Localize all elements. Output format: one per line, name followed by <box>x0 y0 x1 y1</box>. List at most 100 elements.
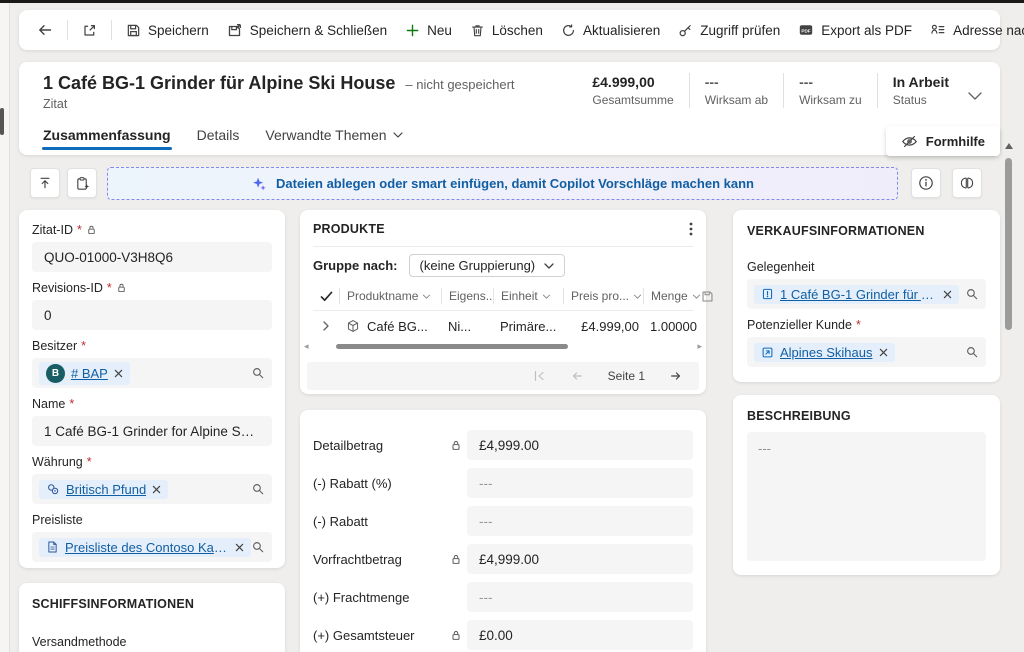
potential-customer-pill: Alpines Skihaus <box>754 343 895 362</box>
owner-field[interactable]: B # BAP <box>32 358 272 388</box>
tab-details[interactable]: Details <box>197 127 240 155</box>
form-tabs: Zusammenfassung Details Verwandte Themen <box>43 127 403 155</box>
left-gutter-scroll-thumb[interactable] <box>0 108 4 135</box>
copilot-drop-banner[interactable]: Dateien ablegen oder smart einfügen, dam… <box>107 167 898 200</box>
currency-icon <box>46 482 60 496</box>
refresh-button[interactable]: Aktualisieren <box>552 17 669 44</box>
remove-value-icon[interactable] <box>879 348 888 357</box>
form-help-label: Formhilfe <box>926 134 985 149</box>
remove-value-icon[interactable] <box>152 485 161 494</box>
new-button[interactable]: Neu <box>396 17 461 44</box>
required-asterisk <box>81 339 86 353</box>
rabatt-prozent-field[interactable]: --- <box>467 468 693 498</box>
shipping-section: SCHIFFSINFORMATIONEN Versandmethode <box>19 583 285 652</box>
export-pdf-button[interactable]: PDF Export als PDF <box>789 16 921 44</box>
select-all-check-icon[interactable] <box>320 291 333 302</box>
form-help-button[interactable]: Formhilfe <box>886 126 1000 156</box>
vertical-scroll-thumb[interactable] <box>1005 158 1012 330</box>
collapse-all-button[interactable] <box>30 168 60 198</box>
scroll-up-arrow-icon[interactable] <box>1005 143 1013 149</box>
row-expand-chevron-icon[interactable] <box>323 321 329 331</box>
search-icon[interactable] <box>251 366 265 380</box>
copilot-icon <box>959 175 975 191</box>
search-icon[interactable] <box>965 287 979 301</box>
save-view-icon[interactable] <box>701 290 714 303</box>
detailbetrag-field[interactable]: £4,999.00 <box>467 430 693 460</box>
header-expand-chevron-icon[interactable] <box>968 92 982 100</box>
address-lookup-button[interactable]: Adresse nachschlagen <box>921 16 1024 44</box>
col-preis-pro[interactable]: Preis pro... <box>563 288 643 304</box>
products-horizontal-scrollbar[interactable]: ◂ ▸ <box>304 342 702 351</box>
currency-label: Währung <box>32 455 272 469</box>
copilot-button[interactable] <box>952 168 982 198</box>
currency-link[interactable]: Britisch Pfund <box>66 482 146 497</box>
horizontal-scroll-thumb[interactable] <box>336 344 568 349</box>
owner-link[interactable]: # BAP <box>71 366 108 381</box>
col-einheit[interactable]: Einheit <box>493 288 563 304</box>
save-button[interactable]: Speichern <box>117 17 218 44</box>
chevron-down-icon <box>544 263 554 269</box>
opportunity-link[interactable]: 1 Café BG-1 Grinder für Alpine Sk... <box>780 287 937 302</box>
search-icon[interactable] <box>251 482 265 496</box>
check-access-label: Zugriff prüfen <box>700 23 780 38</box>
stat-total-value: £4.999,00 <box>592 74 673 90</box>
stat-total-label: Gesamtsumme <box>592 93 673 107</box>
remove-value-icon[interactable] <box>943 290 952 299</box>
pricelist-link[interactable]: Preisliste des Contoso Kaffees <box>65 540 229 555</box>
save-and-close-button[interactable]: Speichern & Schließen <box>218 16 396 44</box>
page-title: 1 Café BG-1 Grinder für Alpine Ski House <box>43 73 395 94</box>
back-arrow-icon <box>37 22 53 38</box>
group-by-dropdown[interactable]: (keine Gruppierung) <box>409 254 566 277</box>
pricelist-doc-icon <box>46 540 59 554</box>
check-access-button[interactable]: Zugriff prüfen <box>669 17 789 44</box>
description-field[interactable]: --- <box>747 432 986 561</box>
quote-id-field[interactable]: QUO-01000-V3H8Q6 <box>32 242 272 272</box>
address-lookup-label: Adresse nachschlagen <box>953 23 1024 38</box>
pdf-icon: PDF <box>798 22 814 38</box>
frachtmenge-field[interactable]: --- <box>467 582 693 612</box>
smart-paste-button[interactable] <box>67 168 97 198</box>
name-field[interactable]: 1 Café BG-1 Grinder for Alpine Ski House <box>32 416 272 446</box>
stat-total: £4.999,00 Gesamtsumme <box>577 73 688 108</box>
more-options-icon[interactable] <box>689 221 693 237</box>
col-eigenschaften[interactable]: Eigens... <box>441 288 493 304</box>
back-button[interactable] <box>28 16 62 44</box>
vorfrachtbetrag-field[interactable]: £4,999.00 <box>467 544 693 574</box>
info-button[interactable] <box>911 168 941 198</box>
potential-customer-link[interactable]: Alpines Skihaus <box>780 345 873 360</box>
potential-customer-field[interactable]: Alpines Skihaus <box>747 337 986 367</box>
search-icon[interactable] <box>965 345 979 359</box>
popout-button[interactable] <box>73 17 106 44</box>
general-section: Zitat-ID QUO-01000-V3H8Q6 Revisions-ID 0… <box>19 210 285 568</box>
tab-verwandte-themen[interactable]: Verwandte Themen <box>265 127 402 155</box>
revision-id-label: Revisions-ID <box>32 281 272 295</box>
entity-type-label: Zitat <box>43 97 515 111</box>
search-icon[interactable] <box>251 540 265 554</box>
gesamtsteuer-field[interactable]: £0.00 <box>467 620 693 650</box>
rabatt-field[interactable]: --- <box>467 506 693 536</box>
revision-id-field[interactable]: 0 <box>32 300 272 330</box>
previous-page-icon[interactable] <box>570 369 584 383</box>
first-page-icon[interactable] <box>532 369 546 383</box>
scroll-left-arrow-icon[interactable]: ◂ <box>304 341 309 352</box>
pricelist-field[interactable]: Preisliste des Contoso Kaffees <box>32 532 272 562</box>
col-menge[interactable]: Menge <box>643 288 701 304</box>
tab-zusammenfassung[interactable]: Zusammenfassung <box>43 127 171 155</box>
opportunity-field[interactable]: 1 Café BG-1 Grinder für Alpine Sk... <box>747 279 986 309</box>
app-window: Speichern Speichern & Schließen Neu Lösc… <box>0 0 1024 652</box>
record-header: 1 Café BG-1 Grinder für Alpine Ski House… <box>19 62 1000 155</box>
scroll-right-arrow-icon[interactable]: ▸ <box>697 341 702 352</box>
remove-value-icon[interactable] <box>114 369 123 378</box>
shipping-section-title: SCHIFFSINFORMATIONEN <box>32 597 272 611</box>
opportunity-icon <box>761 287 774 301</box>
delete-button[interactable]: Löschen <box>461 17 552 44</box>
description-section: BESCHREIBUNG --- <box>733 395 1000 575</box>
stat-effective-from-value: --- <box>705 74 768 90</box>
next-page-icon[interactable] <box>669 369 683 383</box>
col-produktname[interactable]: Produktname <box>339 288 441 304</box>
total-row-gesamtsteuer: (+) Gesamtsteuer £0.00 <box>313 620 693 650</box>
save-icon <box>126 23 141 38</box>
remove-value-icon[interactable] <box>235 543 244 552</box>
currency-field[interactable]: Britisch Pfund <box>32 474 272 504</box>
product-row[interactable]: Café BG... Ni... Primäre... £4.999,00 1.… <box>313 311 693 341</box>
